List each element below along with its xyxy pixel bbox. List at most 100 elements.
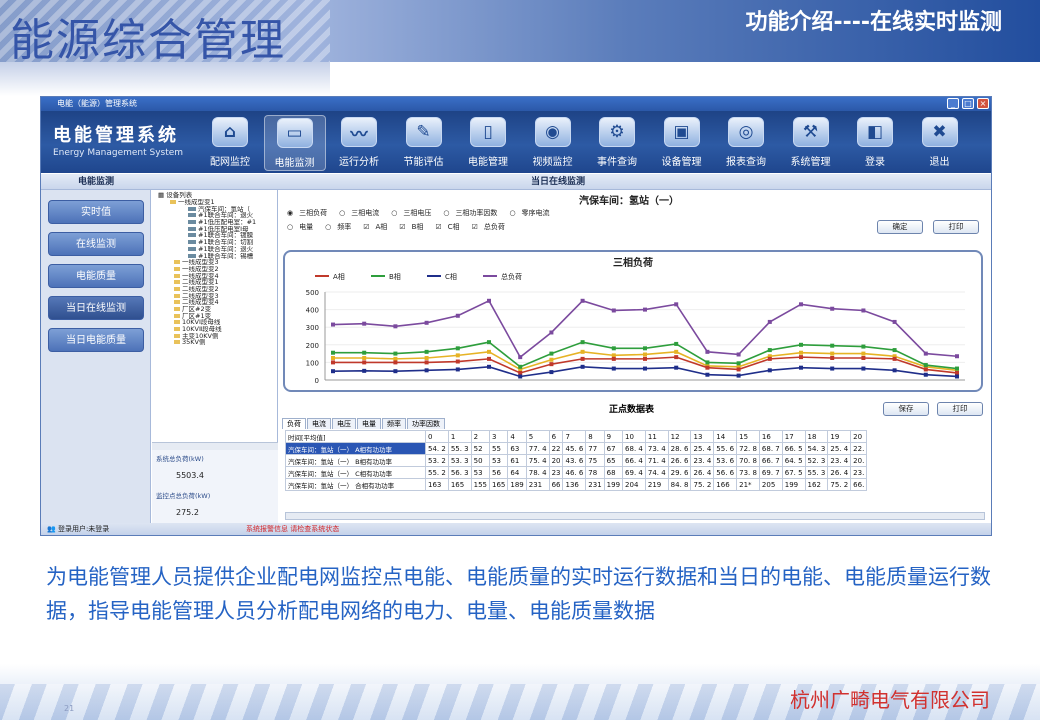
measure-radio[interactable]: ○ 零序电流 (509, 209, 555, 217)
tree-node[interactable]: 汽保车间：氢站（ (158, 206, 277, 213)
tree-node[interactable]: #1联合车间：镀膜 (158, 232, 277, 239)
toolbar-report-button[interactable]: ◎ 报表查询 (715, 115, 777, 171)
series-point (518, 355, 523, 360)
nav-item[interactable]: 实时值 (48, 200, 144, 224)
series-point (767, 319, 772, 324)
tree-node[interactable]: 一线成型变1 (158, 199, 277, 206)
toolbar-search-button[interactable]: ⚙ 事件查询 (586, 115, 648, 171)
series-point (393, 360, 398, 365)
tree-node[interactable]: 二线成型变1 (158, 279, 277, 286)
tree-node[interactable]: #1低压配电室Ⅰ母 (158, 226, 277, 233)
table-scrollbar[interactable] (285, 512, 985, 520)
tree-node[interactable]: #1联合车间：锡槽 (158, 253, 277, 260)
toolbar-printer-button[interactable]: ▣ 设备管理 (651, 115, 713, 171)
table-cell: 66. 5 (781, 442, 806, 455)
toolbar-login-button[interactable]: ◧ 登录 (844, 115, 906, 171)
tree-node[interactable]: 厂区#1变 (158, 313, 277, 320)
tree-node[interactable]: 二线成型变2 (158, 286, 277, 293)
series-point (830, 306, 835, 311)
series-point (362, 368, 367, 373)
toolbar-exit-button[interactable]: ✖ 退出 (909, 115, 971, 171)
table-cell: 84. 8 (667, 478, 692, 491)
table-cell: 155 (470, 478, 491, 491)
table-row[interactable]: 汽保车间：氢站（一） B相有功功率 53. 2 53. 3 50 53 61 75. 4 20… (285, 454, 868, 467)
measure-radio[interactable]: ○ 三相电压 (391, 209, 437, 217)
measure-radio[interactable]: ◉ 三相负荷 (287, 209, 333, 217)
series-point (424, 356, 429, 360)
data-tab[interactable]: 电量 (357, 418, 381, 429)
tree-node[interactable]: #1联合车间：切割 (158, 239, 277, 246)
table-cell: 189 (507, 478, 527, 491)
table-cell: 23. (850, 466, 868, 479)
tree-node[interactable]: 一线成型变3 (158, 259, 277, 266)
nav-item[interactable]: 当日在线监测 (48, 296, 144, 320)
table-cell: 55 (488, 442, 509, 455)
tree-node[interactable]: 一线成型变2 (158, 266, 277, 273)
maximize-button[interactable]: □ (962, 98, 974, 109)
legend-label: C相 (445, 272, 457, 281)
close-window-button[interactable]: × (977, 98, 989, 109)
table-row[interactable]: 汽保车间：氢站（一） A相有功功率 54. 2 55. 3 52 55 63 77. 4 22… (285, 442, 868, 455)
series-point (611, 346, 616, 351)
tree-node[interactable]: 35KV侧 (158, 339, 277, 346)
toolbar-home-button[interactable]: ⌂ 配网监控 (199, 115, 261, 171)
tree-node[interactable]: 主变10KV侧 (158, 333, 277, 340)
mode-radio[interactable]: ○ 频率 (325, 223, 357, 231)
tree-node[interactable]: 一线成型变4 (158, 273, 277, 280)
tree-node[interactable]: #1低压配电室：#1 (158, 219, 277, 226)
mode-radio[interactable]: ○ 电量 (287, 223, 319, 231)
window-title: 电能（能源）管理系统 (57, 99, 137, 108)
hour-header: 7 (562, 430, 587, 443)
print-table-button[interactable]: 打印 (937, 402, 983, 416)
settings-icon: ⚒ (792, 117, 829, 147)
phase-checkbox[interactable]: ☑ B相 (399, 223, 429, 231)
measure-radio[interactable]: ○ 三相功率因数 (443, 209, 503, 217)
data-tab[interactable]: 功率因数 (407, 418, 445, 429)
measure-radio[interactable]: ○ 三相电流 (339, 209, 385, 217)
data-tab[interactable]: 频率 (382, 418, 406, 429)
phase-checkbox[interactable]: ☑ C相 (435, 223, 465, 231)
data-tab[interactable]: 负荷 (282, 418, 306, 429)
table-cell: 231 (525, 478, 550, 491)
phase-checkbox[interactable]: ☑ A相 (363, 223, 393, 231)
table-row[interactable]: 汽保车间：氢站（一） 合相有功功率 163 165 155 165 189 231 66 136… (285, 478, 868, 491)
hour-header: 6 (548, 430, 564, 443)
tree-node[interactable]: 二线成型变3 (158, 293, 277, 300)
toolbar-meter-button[interactable]: ▯ 电能管理 (457, 115, 519, 171)
minimize-button[interactable]: _ (947, 98, 959, 109)
save-button[interactable]: 保存 (883, 402, 929, 416)
nav-item[interactable]: 在线监测 (48, 232, 144, 256)
table-cell: 231 (585, 478, 605, 491)
tree-node[interactable]: #1联合车间：退火 (158, 212, 277, 219)
tree-root[interactable]: ▦ 设备列表 (158, 192, 277, 199)
phase-checkbox[interactable]: ☑ 总负荷 (472, 223, 511, 231)
tree-node[interactable]: 10KVⅡ段母线 (158, 326, 277, 333)
tree-node[interactable]: 二线成型变4 (158, 299, 277, 306)
toolbar-monitor-button[interactable]: ▭ 电能监测 (263, 115, 326, 171)
series-point (767, 368, 772, 373)
toolbar-pen-button[interactable]: ✎ 节能评估 (393, 115, 455, 171)
toolbar-label: 电能监测 (274, 158, 315, 169)
table-cell: 55. 2 (425, 466, 449, 479)
table-row[interactable]: 汽保车间：氢站（一） C相有功功率 55. 2 56. 3 53 56 64 78. 4 23… (285, 466, 868, 479)
tree-node[interactable]: 厂区#2变 (158, 306, 277, 313)
print-button[interactable]: 打印 (933, 220, 979, 234)
hour-header: 12 (667, 430, 692, 443)
confirm-button[interactable]: 确定 (877, 220, 923, 234)
tree-node[interactable]: #1联合车间：退火 (158, 246, 277, 253)
toolbar-chart-button[interactable]: 〰运行分析 (328, 115, 390, 171)
nav-item[interactable]: 电能质量 (48, 264, 144, 288)
toolbar-label: 视频监控 (532, 157, 573, 168)
app-logo-en: Energy Management System (53, 148, 184, 158)
nav-item[interactable]: 当日电能质量 (48, 328, 144, 352)
y-tick-label: 400 (306, 307, 319, 315)
data-tab[interactable]: 电压 (332, 418, 356, 429)
tree-scrollbar[interactable] (152, 442, 278, 450)
data-tab[interactable]: 电流 (307, 418, 331, 429)
toolbar-settings-button[interactable]: ⚒ 系统管理 (780, 115, 842, 171)
measure-options: ◉ 三相负荷 ○ 三相电流 ○ 三相电压 ○ 三相功率因数 ○ 零序电流 (287, 208, 562, 218)
series-point (643, 366, 647, 371)
radio-icon: ○ (509, 209, 516, 217)
tree-node[interactable]: 10KVⅠ段母线 (158, 319, 277, 326)
toolbar-camera-button[interactable]: ◉ 视频监控 (522, 115, 584, 171)
